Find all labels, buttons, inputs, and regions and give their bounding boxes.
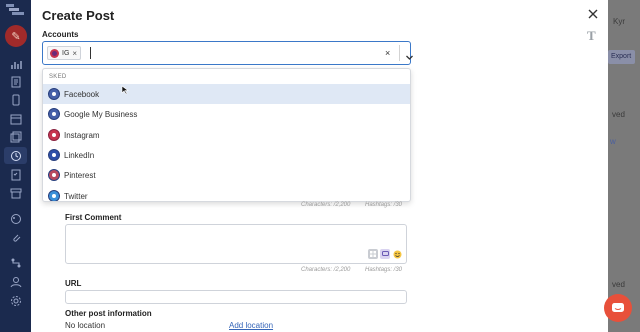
calendar-icon[interactable] — [9, 112, 22, 125]
first-comment-characters-count: Characters: /2,200 — [301, 267, 351, 273]
dropdown-option-instagram[interactable]: Instagram — [43, 125, 410, 145]
option-label: Pinterest — [64, 170, 96, 180]
first-comment-textarea[interactable] — [65, 224, 407, 264]
chat-support-button[interactable] — [604, 294, 632, 322]
feed-icon[interactable] — [9, 75, 22, 88]
archive-icon[interactable] — [9, 186, 22, 199]
close-icon[interactable] — [587, 7, 599, 19]
instagram-account-avatar-icon — [48, 129, 60, 141]
location-value: No location — [65, 321, 106, 330]
mobile-icon[interactable] — [9, 93, 22, 106]
hashtag-suggest-icon[interactable] — [380, 249, 390, 259]
caption-characters-count: Characters: /2,200 — [301, 202, 351, 208]
linkedin-account-avatar-icon — [48, 149, 60, 161]
sidebar-nav: ✎ — [0, 0, 31, 332]
url-input[interactable] — [65, 290, 407, 304]
accounts-label: Accounts — [42, 30, 79, 39]
instagram-avatar-icon — [50, 48, 59, 58]
settings-gear-icon[interactable] — [9, 294, 22, 307]
accounts-select[interactable]: IG × × — [42, 41, 414, 65]
chip-label: IG — [62, 49, 70, 57]
bar-chart-icon[interactable] — [9, 58, 22, 71]
option-label: Instagram — [64, 130, 100, 140]
option-label: Facebook — [64, 89, 100, 99]
app-logo-icon[interactable] — [6, 4, 26, 18]
mouse-pointer-icon — [121, 82, 129, 95]
compose-button[interactable]: ✎ — [5, 25, 27, 47]
export-button[interactable]: Export — [608, 50, 635, 64]
chat-icon — [612, 302, 624, 312]
chevron-down-icon[interactable] — [405, 49, 414, 60]
first-comment-label: First Comment — [65, 213, 122, 222]
pinterest-account-avatar-icon — [48, 169, 60, 181]
chip-remove-icon[interactable]: × — [72, 49, 77, 58]
modal-title: Create Post — [42, 8, 115, 23]
emoji-icon[interactable] — [392, 249, 402, 259]
grid-icon[interactable] — [368, 249, 378, 259]
attachment-icon[interactable] — [9, 231, 22, 244]
first-comment-hashtags-count: Hashtags: /30 — [365, 267, 403, 273]
user-icon[interactable] — [9, 275, 22, 288]
option-label: Twitter — [64, 191, 88, 201]
background-status-text-2: ved — [612, 280, 625, 289]
dropdown-option-facebook[interactable]: Facebook — [43, 84, 410, 104]
dropdown-option-google-my-business[interactable]: Google My Business — [43, 104, 410, 124]
select-divider — [399, 45, 400, 61]
twitter-account-avatar-icon — [48, 190, 60, 201]
text-format-icon[interactable]: T — [587, 28, 596, 44]
url-label: URL — [65, 279, 82, 288]
caption-hashtags-count: Hashtags: /30 — [365, 202, 403, 208]
accounts-dropdown-menu: SKED Facebook Google My Business Instagr… — [42, 68, 411, 202]
background-status-text: ved — [612, 110, 625, 119]
add-location-link[interactable]: Add location — [229, 321, 273, 330]
selected-account-chip: IG × — [47, 46, 82, 60]
text-caret — [90, 47, 91, 59]
clear-selection-icon[interactable]: × — [385, 48, 390, 58]
checklist-icon[interactable] — [9, 168, 22, 181]
workflow-icon[interactable] — [9, 256, 22, 269]
option-label: LinkedIn — [64, 150, 95, 160]
google-account-avatar-icon — [48, 108, 60, 120]
palette-icon[interactable] — [9, 212, 22, 225]
dropdown-option-linkedin[interactable]: LinkedIn — [43, 145, 410, 165]
history-icon[interactable] — [4, 147, 27, 164]
background-header-text: Kyr — [613, 17, 625, 26]
gallery-icon[interactable] — [9, 130, 22, 143]
background-view-link[interactable]: w — [610, 137, 616, 146]
dropdown-group-label: SKED — [49, 74, 67, 80]
create-post-modal: Create Post T Accounts IG × × SKED Faceb… — [31, 0, 608, 332]
other-info-label: Other post information — [65, 309, 152, 318]
dropdown-option-twitter[interactable]: Twitter — [43, 186, 410, 201]
option-label: Google My Business — [64, 109, 138, 119]
facebook-account-avatar-icon — [48, 88, 60, 100]
dropdown-option-pinterest[interactable]: Pinterest — [43, 165, 410, 185]
